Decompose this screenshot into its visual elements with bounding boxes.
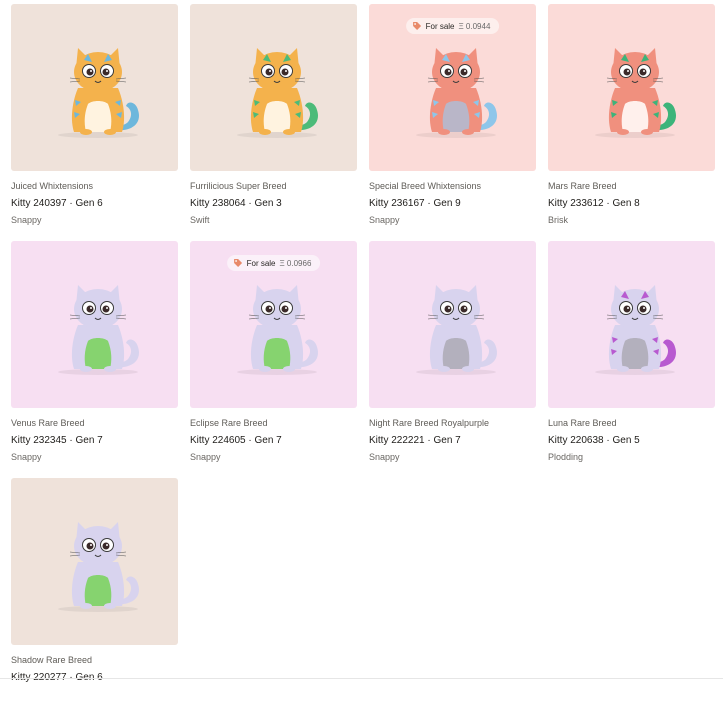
kitty-illustration — [595, 48, 676, 138]
cooldown-speed: Snappy — [190, 452, 221, 462]
kitty-card[interactable]: Mars Rare Breed Kitty 233612 · Gen 8 Bri… — [548, 4, 715, 241]
for-sale-price: Ξ 0.0944 — [458, 21, 491, 31]
kitty-title[interactable]: Kitty 233612 · Gen 8 — [548, 196, 715, 212]
kitty-title[interactable]: Kitty 238064 · Gen 3 — [190, 196, 357, 212]
kitty-image[interactable] — [11, 478, 178, 645]
price-tag-icon — [412, 22, 421, 30]
cooldown-speed: Snappy — [369, 452, 400, 462]
cooldown-speed: Snappy — [369, 215, 400, 225]
kitty-card[interactable]: Night Rare Breed Royalpurple Kitty 22222… — [369, 241, 536, 478]
cooldown-speed: Swift — [190, 215, 210, 225]
kitty-image[interactable] — [548, 241, 715, 408]
kitty-title[interactable]: Kitty 224605 · Gen 7 — [190, 433, 357, 449]
kitty-image[interactable] — [11, 241, 178, 408]
for-sale-price: Ξ 0.0966 — [279, 258, 312, 268]
kitty-title[interactable]: Kitty 222221 · Gen 7 — [369, 433, 536, 449]
kitty-image[interactable]: For sale Ξ 0.0944 — [369, 4, 536, 171]
kitty-card[interactable]: Furrilicious Super Breed Kitty 238064 · … — [190, 4, 357, 241]
for-sale-badge: For sale Ξ 0.0966 — [226, 255, 321, 271]
kitty-image[interactable] — [369, 241, 536, 408]
kitty-image[interactable]: For sale Ξ 0.0966 — [190, 241, 357, 408]
kitty-illustration — [58, 48, 139, 138]
kitty-illustration — [58, 522, 139, 612]
cattribute-label: Night Rare Breed Royalpurple — [369, 418, 490, 428]
cattribute-label: Shadow Rare Breed — [11, 655, 93, 665]
cooldown-speed — [11, 687, 178, 701]
kitty-title[interactable]: Kitty 232345 · Gen 7 — [11, 433, 178, 449]
kitty-illustration — [416, 48, 497, 138]
kitty-card[interactable]: Juiced Whixtensions Kitty 240397 · Gen 6… — [11, 4, 178, 241]
cattribute-label: Luna Rare Breed — [548, 418, 617, 428]
cattribute-label: Mars Rare Breed — [548, 181, 617, 191]
kitty-illustration — [416, 285, 497, 375]
kitty-gallery-grid: Juiced Whixtensions Kitty 240397 · Gen 6… — [11, 4, 715, 715]
kitty-illustration — [58, 285, 139, 375]
for-sale-badge: For sale Ξ 0.0944 — [405, 18, 500, 34]
kitty-title[interactable]: Kitty 240397 · Gen 6 — [11, 196, 178, 212]
kitty-image[interactable] — [11, 4, 178, 171]
kitty-illustration — [595, 285, 676, 375]
cooldown-speed: Snappy — [11, 215, 42, 225]
kitty-title[interactable]: Kitty 236167 · Gen 9 — [369, 196, 536, 212]
kitty-illustration — [237, 285, 318, 375]
cattribute-label: Eclipse Rare Breed — [190, 418, 268, 428]
kitty-card[interactable]: Luna Rare Breed Kitty 220638 · Gen 5 Plo… — [548, 241, 715, 478]
cooldown-speed: Brisk — [548, 215, 568, 225]
kitty-card[interactable]: Shadow Rare Breed Kitty 220277 · Gen 6 — [11, 478, 178, 715]
cooldown-speed: Plodding — [548, 452, 584, 462]
kitty-illustration — [237, 48, 318, 138]
for-sale-label: For sale — [246, 258, 276, 268]
cattribute-label: Furrilicious Super Breed — [190, 181, 287, 191]
cattribute-label: Special Breed Whixtensions — [369, 181, 482, 191]
kitty-card[interactable]: For sale Ξ 0.0966 Eclipse Rare Breed Kit… — [190, 241, 357, 478]
kitty-card[interactable]: For sale Ξ 0.0944 Special Breed Whixtens… — [369, 4, 536, 241]
kitty-title[interactable]: Kitty 220638 · Gen 5 — [548, 433, 715, 449]
kitty-image[interactable] — [548, 4, 715, 171]
price-tag-icon — [233, 259, 242, 267]
cattribute-label: Venus Rare Breed — [11, 418, 85, 428]
kitty-image[interactable] — [190, 4, 357, 171]
page-divider — [0, 678, 723, 679]
for-sale-label: For sale — [425, 21, 455, 31]
kitty-card[interactable]: Venus Rare Breed Kitty 232345 · Gen 7 Sn… — [11, 241, 178, 478]
cooldown-speed: Snappy — [11, 452, 42, 462]
cattribute-label: Juiced Whixtensions — [11, 181, 94, 191]
